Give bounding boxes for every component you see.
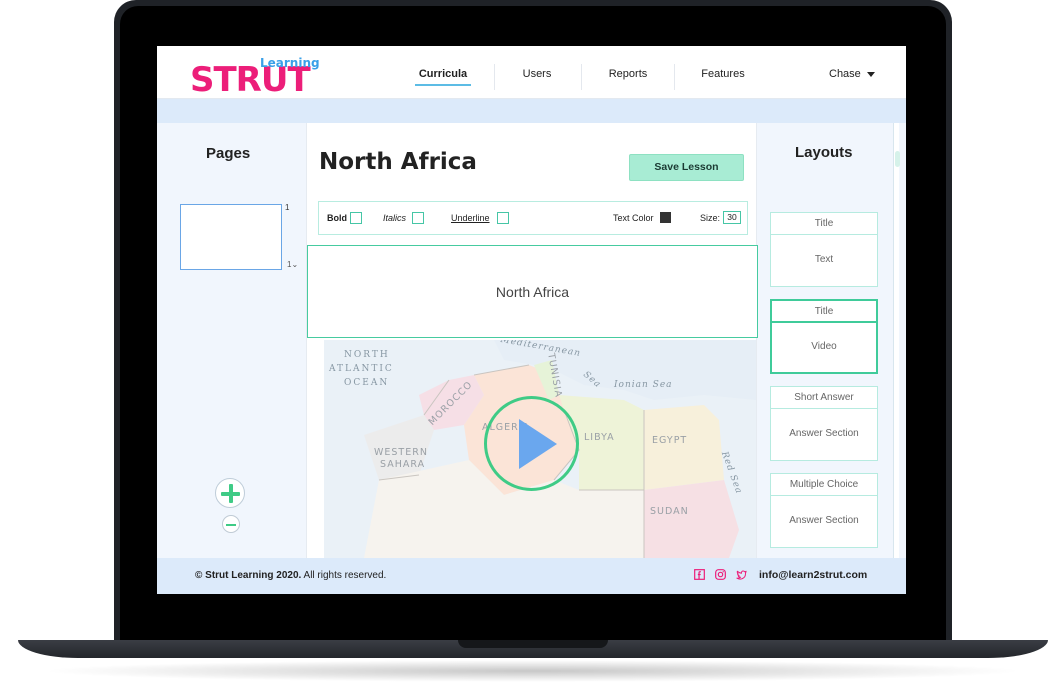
layout-card-body: Video bbox=[811, 341, 837, 352]
lesson-title[interactable]: North Africa bbox=[319, 149, 477, 175]
layouts-panel-title: Layouts bbox=[795, 144, 853, 161]
text-format-toolbar: Bold Italics Underline Text Color Size: … bbox=[318, 201, 748, 235]
map-label-ocean: ATLANTIC bbox=[329, 364, 394, 374]
italics-checkbox[interactable] bbox=[412, 212, 424, 224]
nav-features[interactable]: Features bbox=[697, 68, 749, 80]
map-label-sea: Ionian Sea bbox=[614, 380, 673, 390]
map-label-country: SAHARA bbox=[380, 459, 426, 470]
minus-icon bbox=[226, 523, 236, 526]
layout-card-head: Multiple Choice bbox=[771, 474, 877, 496]
bold-checkbox[interactable] bbox=[350, 212, 362, 224]
play-icon bbox=[519, 419, 557, 469]
underline-label: Underline bbox=[451, 213, 490, 223]
sub-header-band bbox=[157, 99, 906, 123]
nav-divider bbox=[581, 64, 582, 90]
content-title-text: North Africa bbox=[495, 284, 570, 300]
workspace: Pages 1 1⌄ North Africa Save Lesson Bold bbox=[157, 123, 906, 558]
scrollbar-thumb[interactable] bbox=[895, 151, 900, 167]
facebook-icon[interactable] bbox=[694, 569, 705, 580]
nav-curricula[interactable]: Curricula bbox=[415, 68, 471, 80]
instagram-icon[interactable] bbox=[715, 569, 726, 580]
chevron-down-icon: ⌄ bbox=[291, 260, 299, 269]
page-order-select[interactable]: 1⌄ bbox=[287, 260, 298, 269]
layout-card-head: Title bbox=[772, 301, 876, 323]
logo-sub-text: Learning bbox=[260, 56, 320, 70]
save-lesson-button[interactable]: Save Lesson bbox=[629, 154, 744, 181]
laptop-frame: STRUT Learning Curricula Users Reports F… bbox=[0, 0, 1063, 692]
top-nav: STRUT Learning Curricula Users Reports F… bbox=[157, 46, 906, 100]
pages-panel-title: Pages bbox=[206, 145, 251, 162]
layout-card-multiple-choice[interactable]: Multiple Choice Answer Section bbox=[770, 473, 878, 548]
lesson-editor: North Africa Save Lesson Bold Italics Un… bbox=[306, 123, 758, 558]
map-label-ocean: OCEAN bbox=[344, 378, 390, 388]
map-label-country: WESTERN bbox=[374, 447, 428, 458]
remove-page-button[interactable] bbox=[222, 515, 240, 533]
nav-users[interactable]: Users bbox=[517, 68, 557, 80]
laptop-shadow bbox=[40, 660, 1025, 682]
user-name: Chase bbox=[829, 68, 861, 80]
text-color-swatch[interactable] bbox=[660, 212, 671, 223]
size-label: Size: bbox=[700, 213, 721, 223]
video-player[interactable]: NORTH ATLANTIC OCEAN Mediterranean Sea I… bbox=[324, 340, 756, 558]
content-title-block[interactable]: North Africa bbox=[307, 245, 758, 338]
font-size-input[interactable]: 30 bbox=[723, 211, 741, 224]
nav-reports[interactable]: Reports bbox=[603, 68, 653, 80]
layout-card-body: Answer Section bbox=[789, 515, 859, 526]
underline-checkbox[interactable] bbox=[497, 212, 509, 224]
contact-email-link[interactable]: info@learn2strut.com bbox=[759, 569, 867, 581]
layout-card-body: Text bbox=[814, 254, 834, 265]
layout-card-title-text[interactable]: Title Text bbox=[770, 212, 878, 287]
page-thumbnail[interactable] bbox=[180, 204, 282, 270]
copyright-text: © Strut Learning 2020. All rights reserv… bbox=[195, 570, 386, 581]
chevron-down-icon bbox=[866, 71, 875, 77]
copyright-brand: © Strut Learning 2020. bbox=[195, 570, 302, 581]
laptop-notch bbox=[458, 640, 608, 648]
map-label-country: SUDAN bbox=[650, 506, 689, 517]
layout-card-body: Answer Section bbox=[789, 428, 859, 439]
user-menu[interactable]: Chase bbox=[829, 68, 875, 80]
page-thumbnail-number: 1 bbox=[285, 203, 290, 212]
footer: © Strut Learning 2020. All rights reserv… bbox=[157, 558, 906, 594]
map-label-country: EGYPT bbox=[652, 435, 688, 446]
map-label-country: LIBYA bbox=[584, 432, 615, 443]
map-label-ocean: NORTH bbox=[344, 350, 390, 360]
twitter-icon[interactable] bbox=[736, 569, 747, 580]
text-color-label: Text Color bbox=[613, 213, 654, 223]
nav-active-underline bbox=[415, 84, 471, 86]
strut-logo[interactable]: STRUT Learning bbox=[190, 56, 320, 100]
layout-card-title-video[interactable]: Title Video bbox=[770, 299, 878, 374]
italics-label: Italics bbox=[383, 213, 407, 223]
nav-divider bbox=[494, 64, 495, 90]
layout-card-head: Short Answer bbox=[771, 387, 877, 409]
app-screen: STRUT Learning Curricula Users Reports F… bbox=[157, 46, 906, 594]
add-page-button[interactable] bbox=[215, 478, 245, 508]
layout-card-short-answer[interactable]: Short Answer Answer Section bbox=[770, 386, 878, 461]
layouts-scrollbar[interactable] bbox=[893, 123, 900, 558]
bold-label: Bold bbox=[327, 213, 347, 223]
copyright-rest: All rights reserved. bbox=[301, 570, 387, 581]
plus-icon-vertical bbox=[229, 484, 233, 503]
nav-divider bbox=[674, 64, 675, 90]
layout-card-head: Title bbox=[771, 213, 877, 235]
